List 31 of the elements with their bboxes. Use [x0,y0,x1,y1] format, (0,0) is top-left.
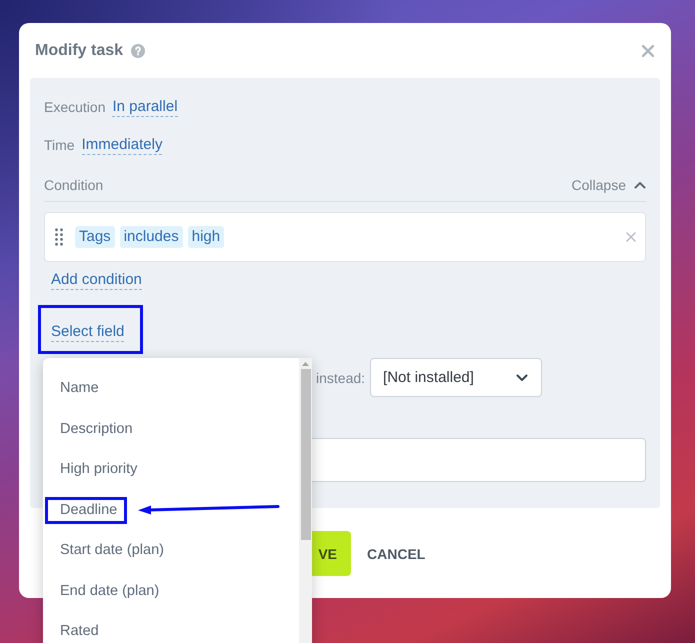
menu-item[interactable]: Rated [43,611,299,643]
dropdown-select[interactable]: [Not installed] [370,358,542,397]
scrollbar-thumb[interactable] [300,369,310,540]
scroll-up-icon[interactable] [302,362,309,366]
value-link[interactable]: In parallel [112,97,178,117]
field-label: Time [44,137,75,153]
close-icon [642,44,654,56]
section-label: Condition [44,176,104,192]
dialog-title: Modify task [35,42,124,60]
menu-item[interactable]: Description [43,408,299,449]
add-condition-link[interactable]: Add condition [51,270,142,290]
menu-item[interactable]: Name [43,368,299,408]
select-field-link[interactable]: Select field [51,322,124,342]
condition-token[interactable]: high [188,226,224,248]
value-link[interactable]: Immediately [82,135,162,155]
menu-item[interactable]: High priority [43,449,299,490]
remove-button[interactable] [626,232,636,242]
close-button[interactable] [642,44,654,56]
menu-item[interactable]: Deadline [43,490,299,530]
collapse-button[interactable]: Collapse [572,176,646,192]
field-label: instead: [316,370,366,386]
chevron-down-icon [516,374,528,382]
field-label: Execution [44,99,106,115]
chevron-up-icon [634,180,646,188]
help-icon [131,44,146,58]
remove-icon [626,232,636,242]
condition-token[interactable]: Tags [75,226,115,248]
drag-handle-icon[interactable] [55,228,63,246]
scrollbar-track[interactable] [299,358,312,643]
cancel-button[interactable]: CANCEL [351,531,442,576]
condition-token[interactable]: includes [120,226,183,248]
